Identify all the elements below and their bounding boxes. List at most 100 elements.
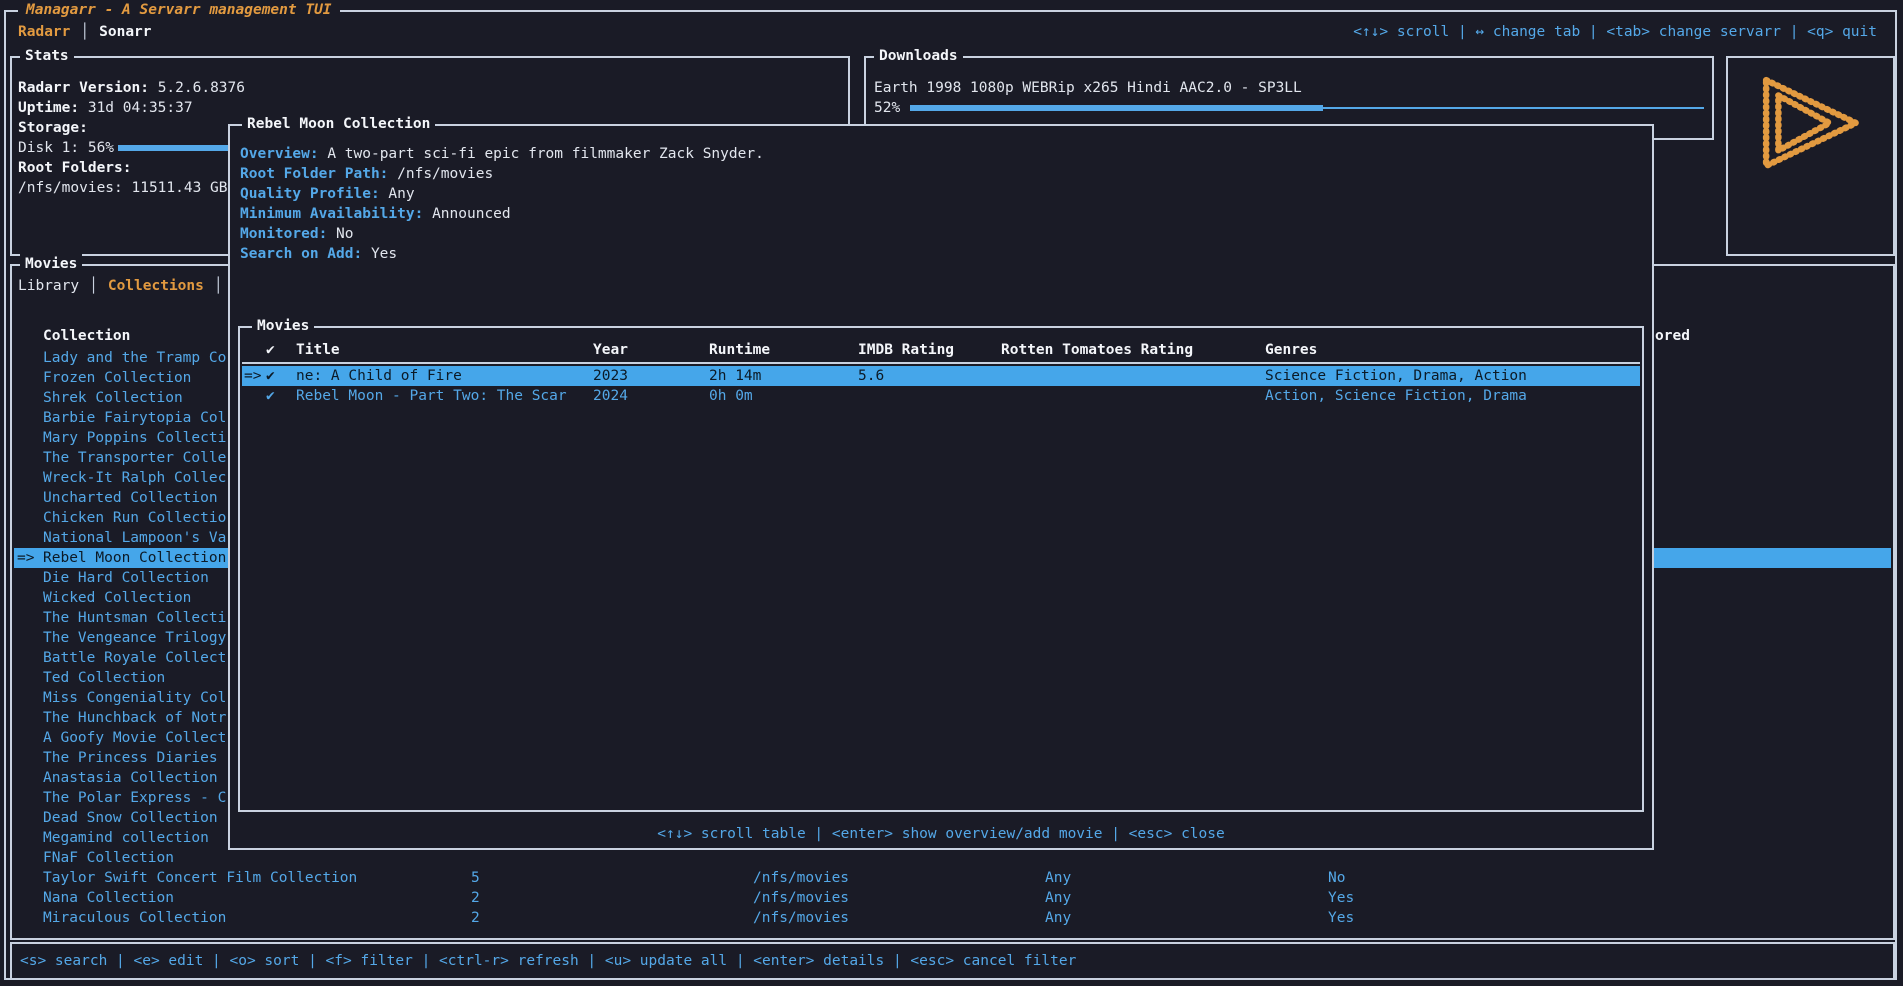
header-rotten-tomatoes-rating: Rotten Tomatoes Rating (1001, 340, 1193, 360)
collection-name: Die Hard Collection (43, 568, 209, 588)
download-item-title: Earth 1998 1080p WEBRip x265 Hindi AAC2.… (874, 78, 1302, 98)
collection-name: Lady and the Tramp Co (43, 348, 226, 368)
movies-panel-title: Movies (20, 254, 82, 274)
collection-movie-count: 2 (471, 888, 480, 908)
collection-name: Megamind collection (43, 828, 209, 848)
collection-name: Taylor Swift Concert Film Collection (43, 868, 357, 888)
collection-quality-profile: Any (1045, 888, 1071, 908)
collection-quality-profile: Any (1045, 908, 1071, 928)
minimum-availability-field: Minimum Availability: Announced (240, 204, 511, 224)
download-percent-label: 52% (874, 98, 900, 118)
collection-name: Wreck-It Ralph Collec (43, 468, 226, 488)
popup-movies-table: Movies ✔ Title Year Runtime IMDB Rating … (238, 326, 1644, 812)
movie-monitored-check-icon: ✔ (266, 366, 275, 386)
header-monitored-check: ✔ (266, 340, 275, 360)
tab-separator: │ (70, 24, 99, 40)
movies-sub-tabs: Library│Collections│ (18, 276, 233, 296)
logo-panel (1726, 56, 1895, 256)
root-folder-path-field: Root Folder Path: /nfs/movies (240, 164, 493, 184)
movie-year: 2023 (593, 366, 628, 386)
stats-panel-title: Stats (20, 46, 74, 66)
collection-name: The Huntsman Collecti (43, 608, 226, 628)
collection-name: Wicked Collection (43, 588, 191, 608)
monitored-column-header-fragment: ored (1655, 326, 1690, 346)
popup-keybindings: <↑↓> scroll table | <enter> show overvie… (230, 824, 1652, 844)
movie-year: 2024 (593, 386, 628, 406)
collection-monitored: Yes (1328, 888, 1354, 908)
downloads-panel-title: Downloads (874, 46, 963, 66)
popup-movies-table-header: ✔ Title Year Runtime IMDB Rating Rotten … (240, 340, 1642, 360)
root-folder-path-value: /nfs/movies (397, 166, 493, 182)
tab-sonarr[interactable]: Sonarr (99, 24, 151, 40)
search-on-add-field: Search on Add: Yes (240, 244, 397, 264)
collection-name: Mary Poppins Collecti (43, 428, 226, 448)
collection-row[interactable]: Taylor Swift Concert Film Collection5/nf… (14, 868, 1891, 888)
app-title: Managarr - A Servarr management TUI (18, 0, 340, 20)
disk-usage-label: Disk 1: 56% (18, 140, 114, 156)
collection-name: Frozen Collection (43, 368, 191, 388)
movie-genres: Action, Science Fiction, Drama (1265, 386, 1527, 406)
tab-radarr[interactable]: Radarr (18, 24, 70, 40)
collection-column-header: Collection (43, 326, 130, 346)
storage-row: Storage: (18, 118, 88, 138)
header-year: Year (593, 340, 628, 360)
quality-profile-field: Quality Profile: Any (240, 184, 415, 204)
monitored-field: Monitored: No (240, 224, 354, 244)
uptime-label: Uptime: (18, 100, 79, 116)
collection-row[interactable]: Miraculous Collection2/nfs/moviesAnyYes (14, 908, 1891, 928)
collection-row[interactable]: Nana Collection2/nfs/moviesAnyYes (14, 888, 1891, 908)
collection-root-folder: /nfs/movies (753, 908, 849, 928)
tab-collections[interactable]: Collections (108, 278, 204, 294)
popup-movie-rows: =>✔ne: A Child of Fire20232h 14m5.6Scien… (242, 366, 1640, 406)
tab-library[interactable]: Library (18, 278, 79, 294)
movie-title: ne: A Child of Fire (296, 366, 462, 386)
collection-name: The Princess Diaries (43, 748, 218, 768)
popup-title: Rebel Moon Collection (242, 114, 435, 134)
overview-label: Overview: (240, 146, 319, 162)
header-genres: Genres (1265, 340, 1317, 360)
monitored-value: No (336, 226, 353, 242)
movie-runtime: 0h 0m (709, 386, 753, 406)
root-folders-label: Root Folders: (18, 160, 132, 176)
root-folders-row: Root Folders: (18, 158, 132, 178)
collection-name: A Goofy Movie Collect (43, 728, 226, 748)
collection-name: Anastasia Collection (43, 768, 218, 788)
movie-monitored-check-icon: ✔ (266, 386, 275, 406)
collection-monitored: No (1328, 868, 1345, 888)
collection-name: Dead Snow Collection (43, 808, 218, 828)
download-gauge-fill (910, 105, 1323, 111)
uptime-row: Uptime: 31d 04:35:37 (18, 98, 193, 118)
monitored-label: Monitored: (240, 226, 327, 242)
collection-movie-count: 2 (471, 908, 480, 928)
bottom-keybindings: <s> search | <e> edit | <o> sort | <f> f… (20, 951, 1076, 971)
popup-movie-row[interactable]: =>✔ne: A Child of Fire20232h 14m5.6Scien… (242, 366, 1640, 386)
collection-name: Ted Collection (43, 668, 165, 688)
quality-profile-label: Quality Profile: (240, 186, 380, 202)
overview-value: A two-part sci-fi epic from filmmaker Za… (327, 146, 764, 162)
managarr-app: Managarr - A Servarr management TUI Rada… (0, 0, 1903, 986)
collection-name: Miss Congeniality Col (43, 688, 226, 708)
quality-profile-value: Any (388, 186, 414, 202)
collection-name: FNaF Collection (43, 848, 174, 868)
popup-movie-row[interactable]: ✔ Rebel Moon - Part Two: The Scar 2024 0h 0… (242, 386, 1640, 406)
header-imdb-rating: IMDB Rating (858, 340, 954, 360)
movie-runtime: 2h 14m (709, 366, 761, 386)
minimum-availability-label: Minimum Availability: (240, 206, 423, 222)
collection-name: The Hunchback of Notr (43, 708, 226, 728)
movie-title: Rebel Moon - Part Two: The Scar (296, 386, 567, 406)
root-folder-value: /nfs/movies: 11511.43 GB (18, 180, 228, 196)
servarr-tabs: Radarr│Sonarr (18, 22, 152, 42)
bottom-keybindings-bar: <s> search | <e> edit | <o> sort | <f> f… (10, 942, 1895, 980)
managarr-play-logo-icon (1745, 70, 1877, 176)
search-on-add-label: Search on Add: (240, 246, 362, 262)
radarr-version-label: Radarr Version: (18, 80, 149, 96)
collection-name: Miraculous Collection (43, 908, 226, 928)
search-on-add-value: Yes (371, 246, 397, 262)
collection-name: Uncharted Collection (43, 488, 218, 508)
collection-name: Battle Royale Collect (43, 648, 226, 668)
collection-row[interactable]: FNaF Collection (14, 848, 1891, 868)
storage-label: Storage: (18, 120, 88, 136)
collection-root-folder: /nfs/movies (753, 888, 849, 908)
header-title: Title (296, 340, 340, 360)
header-underline (242, 362, 1640, 364)
